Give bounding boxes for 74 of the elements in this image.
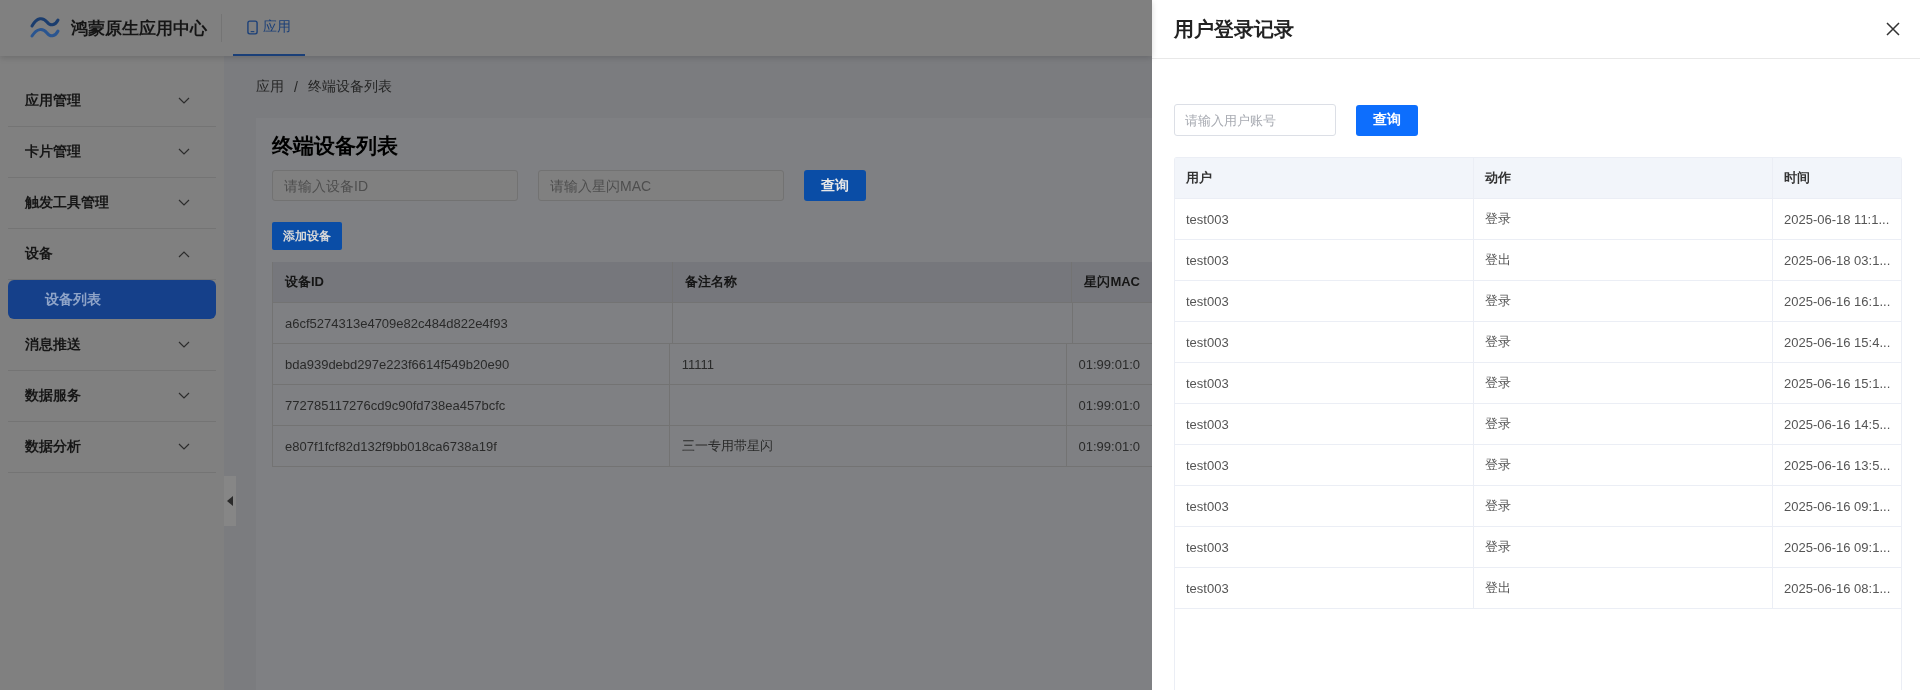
add-device-button[interactable]: 添加设备 xyxy=(272,222,342,250)
triangle-left-icon xyxy=(227,496,233,506)
table-cell: 登录 xyxy=(1485,415,1511,433)
chevron-up-icon xyxy=(178,250,190,258)
table-cell: 登录 xyxy=(1485,456,1511,474)
drawer-title: 用户登录记录 xyxy=(1174,16,1294,42)
table-cell: 2025-06-16 16:1... xyxy=(1784,293,1891,309)
table-cell: 登录 xyxy=(1485,292,1511,310)
close-icon[interactable] xyxy=(1886,22,1901,36)
query-button[interactable]: 查询 xyxy=(804,170,866,201)
table-cell: 登录 xyxy=(1485,333,1511,351)
chevron-down-icon xyxy=(178,199,190,207)
table-cell: test003 xyxy=(1186,457,1229,473)
table-cell: 01:99:01:0 xyxy=(1078,356,1140,372)
chevron-down-icon xyxy=(178,392,190,400)
sidebar-menu-item[interactable]: 数据分析 xyxy=(8,422,216,473)
table-cell: test003 xyxy=(1186,375,1229,391)
table-cell: 2025-06-16 08:1... xyxy=(1784,580,1891,596)
chevron-down-icon xyxy=(178,341,190,349)
table-cell: bda939debd297e223f6614f549b20e90 xyxy=(285,356,510,372)
sidebar-menu-item[interactable]: 应用管理 xyxy=(8,76,216,127)
sidebar-menu-item[interactable]: 消息推送 xyxy=(8,320,216,371)
table-cell: 登录 xyxy=(1485,497,1511,515)
nav-tab[interactable]: 应用 xyxy=(233,0,305,56)
table-cell: test003 xyxy=(1186,252,1229,268)
table-cell: test003 xyxy=(1186,580,1229,596)
table-cell: test003 xyxy=(1186,334,1229,350)
breadcrumb-current: 终端设备列表 xyxy=(307,78,392,96)
table-cell: test003 xyxy=(1186,211,1229,227)
column-header: 用户 xyxy=(1175,158,1474,198)
table-cell: test003 xyxy=(1186,498,1229,514)
table-cell: 2025-06-16 09:1... xyxy=(1784,539,1891,555)
table-cell: 登出 xyxy=(1485,579,1511,597)
table-cell: 登录 xyxy=(1485,210,1511,228)
query-button[interactable]: 查询 xyxy=(1356,104,1418,136)
sidebar-menu-item[interactable]: 触发工具管理 xyxy=(8,178,216,229)
table-cell: e807f1fcf82d132f9bb018ca6738a19f xyxy=(285,438,497,454)
table-cell: 01:99:01:0 xyxy=(1078,438,1140,454)
table-cell: 11111 xyxy=(681,356,715,372)
sidebar-menu-item[interactable]: 卡片管理 xyxy=(8,127,216,178)
chevron-down-icon xyxy=(178,97,190,105)
table-cell: 01:99:01:0 xyxy=(1078,397,1140,413)
column-header: 动作 xyxy=(1474,158,1773,198)
table-cell: a6cf5274313e4709e82c484d822e4f93 xyxy=(285,315,508,331)
breadcrumb-separator: / xyxy=(294,79,298,95)
chevron-down-icon xyxy=(178,148,190,156)
table-cell: 2025-06-16 14:5... xyxy=(1784,416,1891,432)
table-cell: 登录 xyxy=(1485,374,1511,392)
sidebar-collapse-handle[interactable] xyxy=(224,476,236,526)
table-cell: test003 xyxy=(1186,293,1229,309)
chevron-down-icon xyxy=(178,443,190,451)
table-cell: 2025-06-16 09:1... xyxy=(1784,498,1891,514)
table-cell: 2025-06-18 11:1... xyxy=(1784,211,1890,227)
sidebar-submenu-item[interactable]: 设备列表 xyxy=(8,280,216,319)
table-cell: 登录 xyxy=(1485,538,1511,556)
table-cell: 2025-06-16 13:5... xyxy=(1784,457,1891,473)
breadcrumb-link[interactable]: 应用 xyxy=(256,78,284,96)
table-cell: test003 xyxy=(1186,539,1229,555)
sidebar-menu-item[interactable]: 数据服务 xyxy=(8,371,216,422)
column-header: 设备ID xyxy=(273,262,673,302)
column-header: 备注名称 xyxy=(672,262,1073,302)
column-header: 时间 xyxy=(1783,169,1811,187)
column-header: 星闪MAC xyxy=(1083,273,1141,291)
app-title: 鸿蒙原生应用中心 xyxy=(71,17,207,40)
table-cell: 登出 xyxy=(1485,251,1511,269)
page-title: 终端设备列表 xyxy=(272,133,399,159)
table-cell: 772785117276cd9c90fd738ea457bcfc xyxy=(285,397,506,413)
table-cell: 2025-06-16 15:1... xyxy=(1784,375,1891,391)
phone-icon xyxy=(247,19,258,35)
user-account-input[interactable]: 请输入用户账号 xyxy=(1174,104,1336,136)
table-cell: 2025-06-16 15:4... xyxy=(1784,334,1891,350)
table-cell: test003 xyxy=(1186,416,1229,432)
table-cell: 三一专用带星闪 xyxy=(681,437,773,455)
table-cell: 2025-06-18 03:1... xyxy=(1784,252,1891,268)
